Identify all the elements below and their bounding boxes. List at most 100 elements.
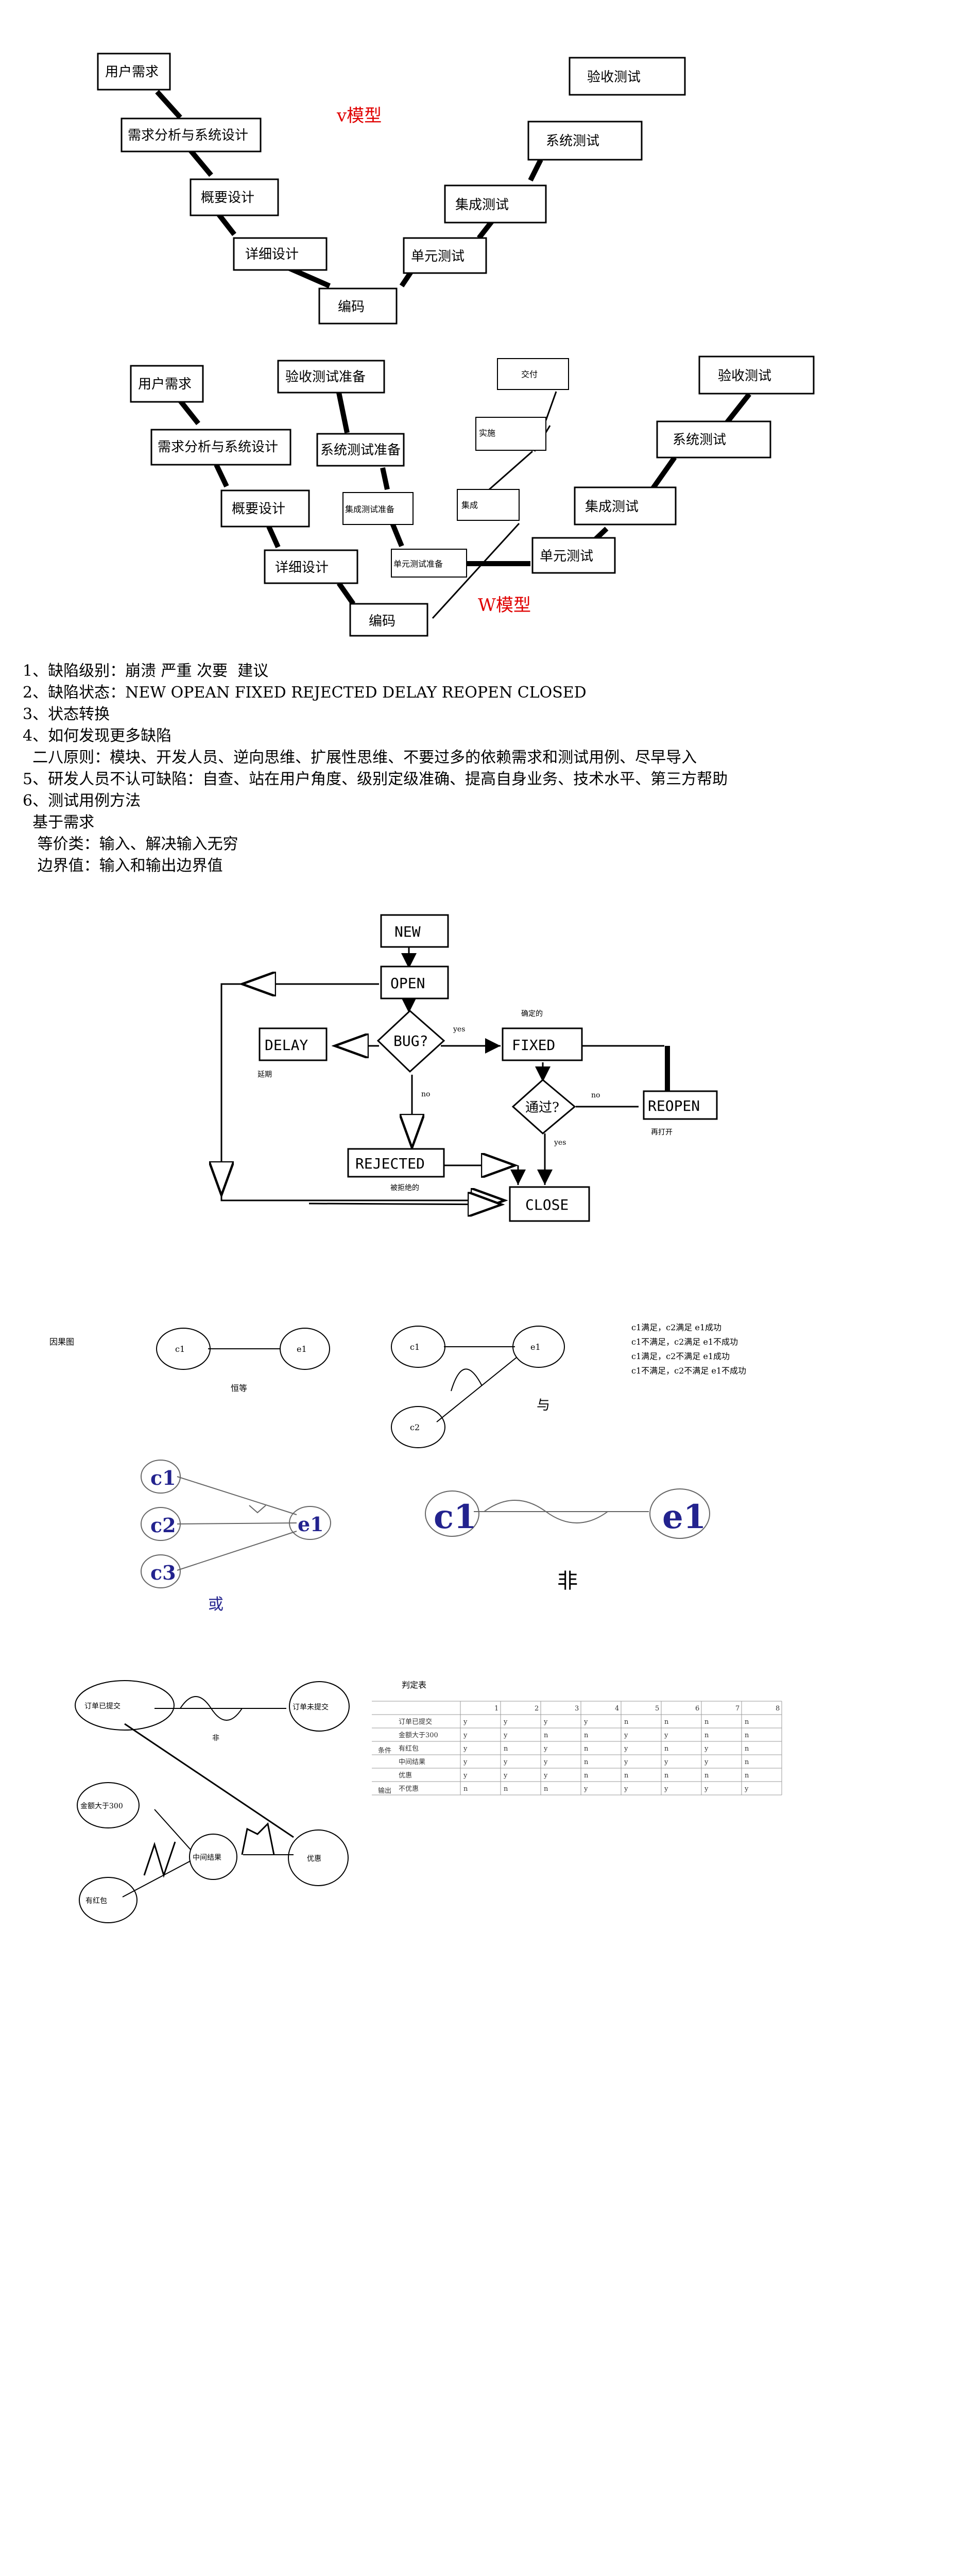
dt-col-header: 7 [735, 1705, 740, 1713]
flow-new-label: NEW [394, 923, 421, 940]
ce-rule-1: c1满足，c2满足 e1成功 [631, 1323, 721, 1332]
dt-col-header: 4 [615, 1705, 619, 1713]
dt-cell: y [624, 1732, 628, 1739]
ce-example: 订单已提交 订单未提交 非 金额大于300 中间结果 有红包 优惠 [75, 1680, 350, 1923]
dt-cell: y [543, 1718, 548, 1726]
dt-cell: y [583, 1718, 588, 1726]
dt-cell: n [584, 1772, 589, 1780]
v-label-system: 系统测试 [546, 133, 599, 149]
flow-fixed-label: FIXED [512, 1037, 555, 1054]
flow-fixed-note: 确定的 [521, 1010, 543, 1018]
flow-no2: no [591, 1091, 600, 1099]
w-label-prep-unit: 单元测试准备 [393, 559, 443, 569]
dt-cell: y [503, 1772, 508, 1780]
dt-col-header: 6 [695, 1705, 699, 1713]
flow-delay-label: DELAY [265, 1037, 308, 1054]
v-label-user-req: 用户需求 [105, 64, 159, 80]
w-label-integration: 集成测试 [585, 499, 639, 515]
flow-rejected-note: 被拒绝的 [390, 1184, 419, 1192]
dt-col-header: 5 [655, 1705, 659, 1713]
dt-cell: y [704, 1758, 709, 1766]
dt-cell: y [463, 1772, 468, 1780]
defect-flow: NEW OPEN BUG? DELAY 延期 yes 确定的 FIXED no … [221, 914, 718, 1222]
note-5: 二八原则：模块、开发人员、逆向思维、扩展性思维、不要过多的依赖需求和测试用例、尽… [23, 749, 697, 767]
flow-delay-note: 延期 [257, 1071, 272, 1079]
ex-amount-over-label: 金额大于300 [80, 1802, 123, 1810]
w-label-user-req: 用户需求 [138, 377, 192, 392]
ce-and-c2-label: c2 [410, 1422, 420, 1432]
dt-cell: y [463, 1732, 468, 1739]
ex-intermediate-label: 中间结果 [193, 1854, 221, 1862]
w-label-deliver: 交付 [521, 369, 538, 379]
dt-cell: y [664, 1732, 668, 1739]
dt-cell: n [624, 1772, 629, 1780]
w-label-prep-system: 系统测试准备 [320, 443, 401, 458]
w-label-system: 系统测试 [673, 432, 726, 448]
dt-cell: y [624, 1758, 628, 1766]
dt-cell: y [503, 1732, 508, 1739]
note-6: 5、研发人员不认可缺陷：自查、站在用户角度、级别定级准确、提高自身业务、技术水平… [23, 770, 728, 788]
dt-cell: y [664, 1758, 668, 1766]
ce-and-e1-label: e1 [530, 1342, 541, 1352]
note-3: 3、状态转换 [23, 705, 110, 723]
dt-col-header: 2 [535, 1705, 539, 1713]
cause-effect: 因果图 c1 e1 恒等 c1 e1 c2 与 c1满足，c2满足 e1成功 c… [49, 1323, 746, 1614]
w-label-detail: 详细设计 [275, 560, 329, 575]
w-label-implement: 实施 [479, 428, 495, 438]
ex-discount-label: 优惠 [307, 1855, 321, 1863]
v-label-unit: 单元测试 [411, 249, 465, 264]
dt-cell: y [463, 1745, 468, 1753]
dt-col-header: 1 [494, 1705, 498, 1713]
dt-cell: y [503, 1758, 508, 1766]
ex-order-not-submitted-label: 订单未提交 [293, 1703, 329, 1711]
dt-cell: n [624, 1718, 629, 1726]
note-9: 等价类：输入、解决输入无穷 [23, 835, 238, 853]
dt-title: 判定表 [402, 1680, 426, 1690]
dt-cell: n [544, 1732, 548, 1739]
v-label-req-analysis: 需求分析与系统设计 [128, 128, 248, 143]
ce-rule-4: c1不满足，c2不满足 e1不成功 [631, 1366, 746, 1376]
ce-identity-label: 恒等 [231, 1383, 247, 1393]
ce-or-c3-label: c3 [150, 1561, 176, 1584]
v-label-outline: 概要设计 [201, 190, 254, 206]
note-7: 6、测试用例方法 [23, 792, 141, 810]
dt-cell: y [744, 1785, 749, 1793]
ce-or-c2-label: c2 [150, 1514, 176, 1537]
dt-cell: y [463, 1718, 468, 1726]
v-label-coding: 编码 [338, 299, 365, 315]
v-model-title: v模型 [336, 106, 382, 126]
dt-cell: y [704, 1785, 709, 1793]
flow-yes1: yes [453, 1025, 465, 1033]
v-model: 用户需求 需求分析与系统设计 概要设计 详细设计 编码 单元测试 集成测试 系统… [97, 53, 686, 325]
dt-cell: n [745, 1758, 749, 1766]
dt-cell: n [745, 1718, 749, 1726]
dt-cell: n [704, 1718, 709, 1726]
dt-cell: n [704, 1772, 709, 1780]
dt-cell: n [544, 1785, 548, 1793]
ce-rule-2: c1不满足，c2满足 e1不成功 [631, 1337, 738, 1347]
w-label-acceptance: 验收测试 [718, 368, 771, 384]
dt-row-label: 有红包 [399, 1744, 419, 1753]
decision-table: 判定表 1 2 3 4 5 6 7 8订单已提交 y y y y n n n n金额大于300 y y n n y y n n… [372, 1680, 782, 1795]
v-label-acceptance: 验收测试 [587, 70, 641, 85]
ce-not-e1-label: e1 [662, 1498, 706, 1536]
flow-pass-label: 通过? [525, 1100, 559, 1115]
dt-cell: y [624, 1785, 628, 1793]
note-1: 1、缺陷级别：崩溃 严重 次要 建议 [23, 662, 269, 680]
ce-and-c1-label: c1 [410, 1342, 420, 1352]
dt-cell: y [664, 1785, 668, 1793]
notes-list: 1、缺陷级别：崩溃 严重 次要 建议 2、缺陷状态：NEW OPEAN FIXE… [23, 660, 728, 877]
dt-cell: y [583, 1785, 588, 1793]
ce-or-label: 或 [208, 1596, 223, 1614]
dt-row-label: 订单已提交 [399, 1718, 432, 1726]
w-label-integrate: 集成 [461, 500, 478, 510]
note-8: 基于需求 [23, 814, 95, 832]
ex-not-label: 非 [212, 1734, 219, 1742]
v-label-integration: 集成测试 [455, 197, 509, 213]
w-label-outline: 概要设计 [232, 501, 285, 517]
dt-cell: y [543, 1745, 548, 1753]
w-model: 用户需求 需求分析与系统设计 概要设计 详细设计 编码 验收测试准备 系统测试准… [130, 355, 815, 637]
dt-cell: n [584, 1745, 589, 1753]
v-label-detail: 详细设计 [245, 247, 299, 262]
diagram-canvas: 用户需求 需求分析与系统设计 概要设计 详细设计 编码 单元测试 集成测试 系统… [49, 53, 815, 1923]
